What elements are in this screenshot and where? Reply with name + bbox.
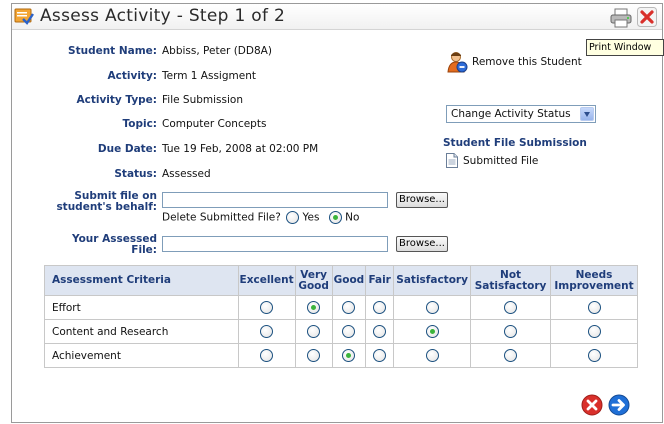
submit-browse-button[interactable]: Browse...: [396, 192, 448, 208]
criteria-name: Achievement: [44, 343, 239, 368]
achievement-not-satisfactory-radio[interactable]: [504, 349, 518, 362]
table-row: Content and Research: [44, 319, 638, 344]
delete-file-row: Delete Submitted File? Yes No: [162, 211, 359, 224]
content-excellent-radio[interactable]: [260, 325, 274, 338]
achievement-fair-radio[interactable]: [373, 349, 387, 362]
assess-activity-icon: [14, 8, 34, 25]
title-bar: Assess Activity - Step 1 of 2: [12, 4, 662, 30]
col-not-satisfactory: Not Satisfactory: [470, 265, 552, 296]
submit-on-behalf-label: Submit file on student's behalf:: [56, 191, 157, 213]
person-remove-icon[interactable]: [446, 51, 468, 73]
table-row: Effort: [44, 295, 638, 320]
activity-label: Activity:: [107, 70, 157, 82]
criteria-header: Assessment Criteria: [44, 265, 239, 296]
achievement-needs-improvement-radio[interactable]: [587, 349, 601, 362]
topic-value: Computer Concepts: [162, 118, 267, 130]
col-satisfactory: Satisfactory: [393, 265, 472, 296]
assess-activity-window: Assess Activity - Step 1 of 2 Student Na…: [11, 3, 663, 423]
cancel-icon[interactable]: [581, 394, 603, 416]
due-date-value: Tue 19 Feb, 2008 at 02:00 PM: [162, 143, 319, 155]
assessed-browse-button[interactable]: Browse...: [396, 236, 448, 252]
col-good: Good: [331, 265, 367, 296]
content-fair-radio[interactable]: [373, 325, 387, 338]
status-value: Assessed: [162, 168, 211, 180]
delete-yes-label: Yes: [302, 211, 320, 224]
assessed-file-input[interactable]: [162, 236, 388, 252]
effort-excellent-radio[interactable]: [260, 301, 274, 314]
activity-value: Term 1 Assigment: [162, 70, 256, 82]
effort-satisfactory-radio[interactable]: [425, 301, 439, 314]
col-needs-improvement: Needs Improvement: [550, 265, 638, 296]
submit-file-input[interactable]: [162, 192, 388, 208]
assessed-file-label: Your Assessed File:: [72, 234, 157, 256]
effort-good-radio[interactable]: [342, 301, 356, 314]
col-very-good: Very Good: [294, 265, 333, 296]
delete-yes-radio[interactable]: [286, 211, 300, 224]
achievement-satisfactory-radio[interactable]: [425, 349, 439, 362]
activity-type-label: Activity Type:: [76, 94, 157, 106]
achievement-good-radio[interactable]: [342, 349, 356, 362]
change-status-select[interactable]: Change Activity Status: [446, 105, 596, 123]
content-not-satisfactory-radio[interactable]: [504, 325, 518, 338]
criteria-name: Effort: [44, 295, 239, 320]
content-needs-improvement-radio[interactable]: [587, 325, 601, 338]
student-name-value: Abbiss, Peter (DD8A): [162, 45, 272, 57]
student-name-label: Student Name:: [68, 45, 157, 57]
col-excellent: Excellent: [237, 265, 296, 296]
status-label: Status:: [114, 168, 157, 180]
achievement-excellent-radio[interactable]: [260, 349, 274, 362]
activity-type-value: File Submission: [162, 94, 243, 106]
submitted-file-link[interactable]: Submitted File: [463, 155, 538, 167]
assessed-label-line2: File:: [131, 244, 157, 256]
due-date-label: Due Date:: [97, 143, 157, 155]
table-row: Achievement: [44, 343, 638, 368]
effort-needs-improvement-radio[interactable]: [587, 301, 601, 314]
change-status-value: Change Activity Status: [451, 108, 571, 120]
next-arrow-icon[interactable]: [608, 394, 630, 416]
effort-very-good-radio[interactable]: [307, 301, 321, 314]
effort-fair-radio[interactable]: [373, 301, 387, 314]
assessment-criteria-table: Assessment Criteria Excellent Very Good G…: [44, 265, 638, 368]
topic-label: Topic:: [122, 118, 157, 130]
delete-file-question: Delete Submitted File?: [162, 211, 281, 224]
content-very-good-radio[interactable]: [307, 325, 321, 338]
content-satisfactory-radio[interactable]: [425, 325, 439, 338]
printer-icon[interactable]: [609, 8, 633, 28]
window-title: Assess Activity - Step 1 of 2: [40, 6, 286, 26]
criteria-name: Content and Research: [44, 319, 239, 344]
close-icon[interactable]: [637, 7, 657, 27]
content-good-radio[interactable]: [342, 325, 356, 338]
delete-no-radio[interactable]: [328, 211, 342, 224]
chevron-down-icon[interactable]: [580, 107, 594, 121]
print-tooltip: Print Window: [586, 39, 664, 56]
remove-student-link[interactable]: Remove this Student: [472, 56, 582, 68]
file-submission-heading: Student File Submission: [443, 137, 587, 149]
table-header-row: Assessment Criteria Excellent Very Good G…: [44, 265, 638, 296]
effort-not-satisfactory-radio[interactable]: [504, 301, 518, 314]
delete-no-label: No: [345, 211, 360, 224]
achievement-very-good-radio[interactable]: [307, 349, 321, 362]
col-fair: Fair: [365, 265, 395, 296]
submit-label-line2: student's behalf:: [56, 201, 157, 213]
document-icon: [446, 153, 458, 168]
